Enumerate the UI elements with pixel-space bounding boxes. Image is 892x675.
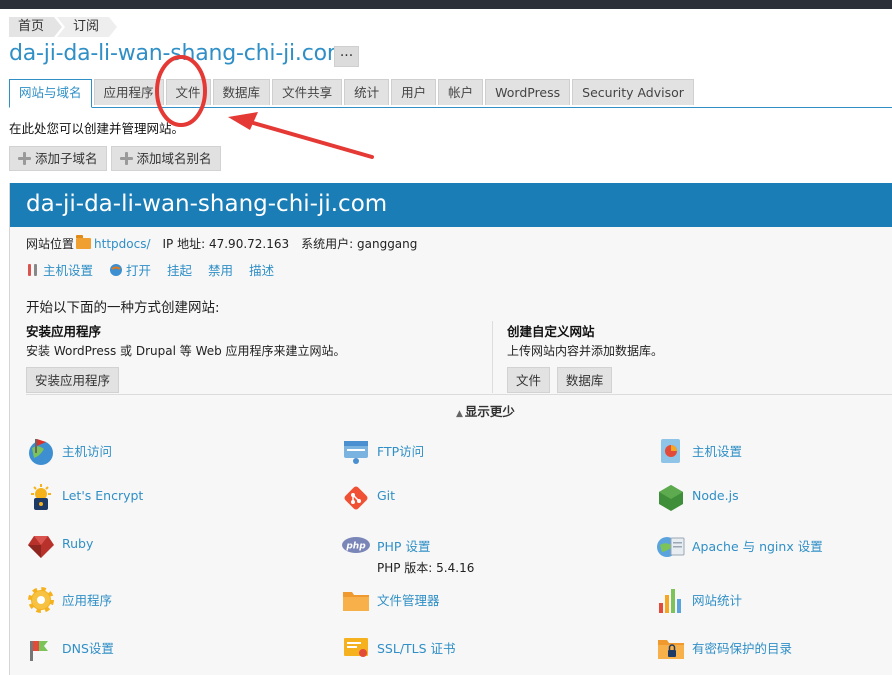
protected-folder-icon — [658, 640, 684, 659]
tab-account[interactable]: 帐户 — [438, 79, 484, 105]
globe-icon — [110, 263, 123, 276]
lock-icon — [31, 484, 51, 510]
tab-applications[interactable]: 应用程序 — [93, 79, 164, 105]
folder-icon — [76, 235, 92, 249]
nodejs-icon — [659, 485, 683, 511]
show-less-toggle[interactable]: ▲ 显示更少 — [456, 401, 515, 420]
plus-icon — [18, 152, 31, 165]
svg-text:php: php — [345, 542, 366, 552]
stats-icon — [659, 589, 681, 613]
install-app-desc: 安装 WordPress 或 Drupal 等 Web 应用程序来建立网站。 — [26, 344, 346, 358]
tab-statistics[interactable]: 统计 — [344, 79, 390, 105]
annotation-arrow — [248, 120, 374, 159]
open-site-link[interactable]: 打开 — [109, 260, 151, 279]
certificate-icon — [344, 638, 368, 657]
disable-link[interactable]: 禁用 — [208, 260, 233, 279]
feature-nodejs[interactable]: Node.js — [656, 483, 739, 513]
site-actions: 主机设置 打开 挂起 禁用 描述 — [26, 260, 290, 279]
breadcrumb-home[interactable]: 首页 — [9, 17, 63, 37]
feature-protected-directories[interactable]: 有密码保护的目录 — [656, 633, 792, 663]
toolbar: 添加子域名 添加域名别名 — [9, 146, 221, 171]
feature-applications[interactable]: 应用程序 — [26, 585, 112, 615]
tab-wordpress[interactable]: WordPress — [485, 79, 571, 105]
feature-hosting-access[interactable]: 主机访问 — [26, 436, 112, 466]
folder-icon — [343, 592, 369, 611]
feature-file-manager[interactable]: 文件管理器 — [341, 585, 440, 615]
add-subdomain-label: 添加子域名 — [35, 151, 98, 166]
system-user-label: 系统用户: — [301, 237, 354, 251]
feature-site-statistics[interactable]: 网站统计 — [656, 585, 742, 615]
hosting-settings-icon — [661, 439, 680, 463]
ip-value: 47.90.72.163 — [208, 236, 290, 251]
add-domain-alias-label: 添加域名别名 — [136, 151, 212, 166]
feature-lets-encrypt[interactable]: Let's Encrypt — [26, 483, 143, 513]
tab-websites-domains[interactable]: 网站与域名 — [9, 79, 92, 108]
add-domain-alias-button[interactable]: 添加域名别名 — [110, 146, 221, 171]
system-user-value: ganggang — [357, 236, 418, 251]
describe-link[interactable]: 描述 — [249, 260, 274, 279]
ip-label: IP 地址: — [162, 237, 206, 251]
breadcrumb-current[interactable]: 订阅 — [57, 17, 118, 37]
ruby-icon — [28, 536, 54, 558]
install-app-section: 安装应用程序 安装 WordPress 或 Drupal 等 Web 应用程序来… — [26, 321, 486, 393]
tools-icon — [28, 263, 37, 276]
tab-files[interactable]: 文件 — [165, 79, 211, 105]
tab-databases[interactable]: 数据库 — [212, 79, 271, 105]
feature-dns-settings[interactable]: DNS设置 — [26, 633, 114, 663]
suspend-link[interactable]: 挂起 — [167, 260, 192, 279]
more-actions-button[interactable]: ··· — [334, 46, 359, 67]
top-dark-bar — [0, 0, 892, 9]
create-prompt: 开始以下面的一种方式创建网站: — [26, 300, 220, 316]
feature-ftp-access[interactable]: FTP访问 — [341, 436, 424, 466]
location-link[interactable]: httpdocs/ — [94, 237, 150, 251]
tab-users[interactable]: 用户 — [391, 79, 437, 105]
php-icon: php — [342, 537, 370, 553]
files-button[interactable]: 文件 — [507, 367, 551, 393]
feature-ssl-certificates[interactable]: SSL/TLS 证书 — [341, 633, 456, 663]
site-panel: da-ji-da-li-wan-shang-chi-ji.com 网站位置 ht… — [9, 183, 892, 675]
ftp-icon — [344, 441, 368, 464]
breadcrumb: 首页 订阅 — [9, 17, 118, 37]
custom-site-section: 创建自定义网站 上传网站内容并添加数据库。 文件 数据库 — [492, 321, 887, 393]
dns-icon — [30, 641, 48, 661]
intro-text: 在此处您可以创建并管理网站。 — [9, 121, 185, 136]
feature-hosting-settings[interactable]: 主机设置 — [656, 436, 742, 466]
install-app-title: 安装应用程序 — [26, 324, 102, 339]
install-app-button[interactable]: 安装应用程序 — [26, 367, 120, 393]
site-name-header[interactable]: da-ji-da-li-wan-shang-chi-ji.com — [10, 183, 892, 227]
tab-security-advisor[interactable]: Security Advisor — [572, 79, 694, 105]
feature-ruby[interactable]: Ruby — [26, 531, 93, 561]
hosting-access-icon — [29, 439, 53, 465]
divider — [26, 394, 892, 395]
hosting-settings-link[interactable]: 主机设置 — [26, 260, 93, 279]
apache-icon — [657, 537, 685, 557]
custom-site-title: 创建自定义网站 — [507, 324, 595, 339]
feature-php-settings[interactable]: php PHP 设置 PHP 版本: 5.4.16 — [341, 531, 474, 576]
tab-file-sharing[interactable]: 文件共享 — [272, 79, 343, 105]
php-version: PHP 版本: 5.4.16 — [377, 561, 475, 575]
databases-button[interactable]: 数据库 — [556, 367, 613, 393]
feature-git[interactable]: Git — [341, 483, 395, 513]
feature-apache-nginx[interactable]: Apache 与 nginx 设置 — [656, 531, 823, 561]
location-label: 网站位置 — [26, 237, 75, 251]
custom-site-desc: 上传网站内容并添加数据库。 — [507, 344, 664, 358]
git-icon — [344, 486, 368, 510]
add-subdomain-button[interactable]: 添加子域名 — [9, 146, 107, 171]
tab-bar: 网站与域名 应用程序 文件 数据库 文件共享 统计 用户 帐户 WordPres… — [9, 79, 892, 108]
annotation-arrowhead — [228, 112, 258, 130]
page-title: da-ji-da-li-wan-shang-chi-ji.com — [9, 41, 349, 66]
gear-icon — [28, 587, 54, 613]
plus-icon — [119, 152, 133, 165]
site-meta: 网站位置 httpdocs/ IP 地址: 47.90.72.163 系统用户:… — [26, 235, 417, 252]
caret-up-icon: ▲ — [456, 409, 463, 419]
